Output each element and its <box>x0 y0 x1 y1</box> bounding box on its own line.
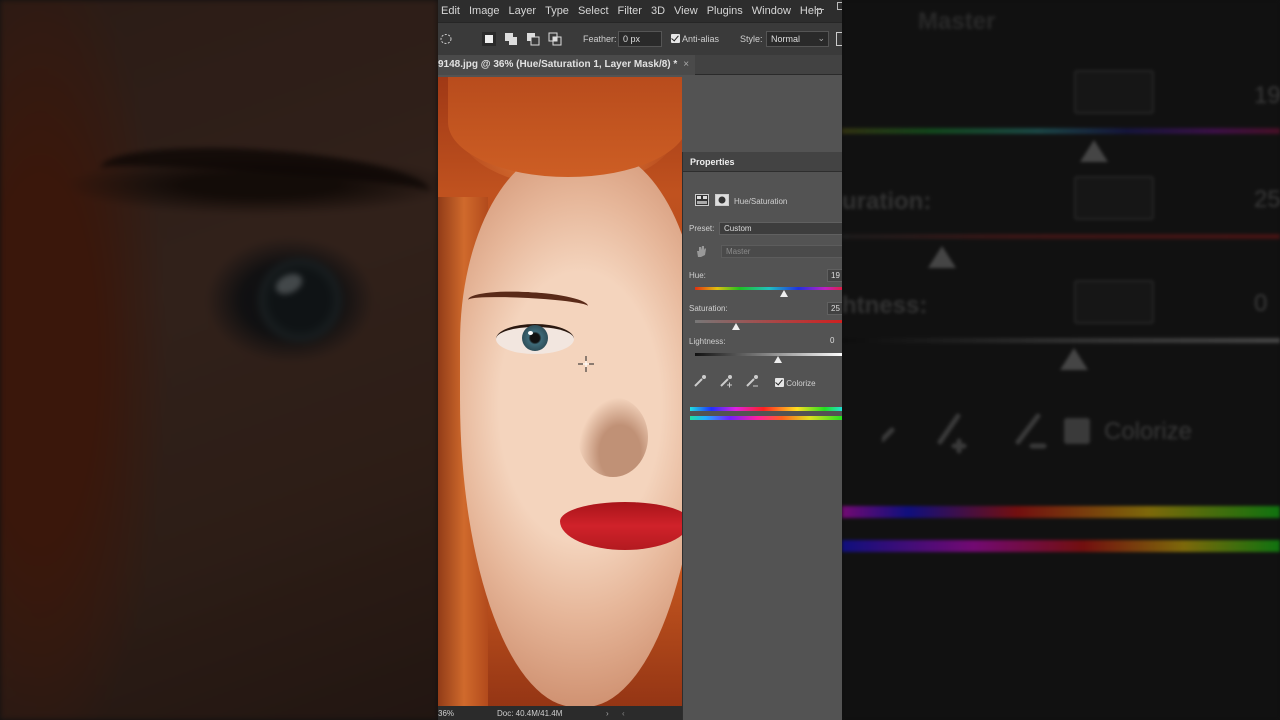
style-select[interactable]: Normal ⌄ <box>766 31 829 47</box>
menu-plugins[interactable]: Plugins <box>704 5 743 17</box>
style-label: Style: <box>740 34 763 44</box>
eyedropper-icon[interactable] <box>693 374 707 388</box>
menu-help[interactable]: Help <box>797 5 823 17</box>
zoomed-photo-background <box>0 0 438 720</box>
properties-header: Properties <box>683 152 842 172</box>
hue-slider-thumb[interactable] <box>780 290 788 297</box>
chevron-right-icon[interactable]: › <box>606 709 609 718</box>
menu-bar: Edit Image Layer Type Select Filter 3D V… <box>438 0 842 22</box>
colorize-checkbox[interactable]: Colorize <box>775 378 816 388</box>
saturation-slider-thumb[interactable] <box>732 323 740 330</box>
lightness-input[interactable]: 0 <box>827 335 842 348</box>
hue-slider-track[interactable] <box>695 287 842 290</box>
elliptical-marquee-icon[interactable] <box>440 32 454 46</box>
adjustment-layer-icon[interactable] <box>695 194 709 206</box>
intersect-selection-icon[interactable] <box>548 32 562 46</box>
options-bar: Feather: 0 px Anti-alias Style: Normal ⌄ <box>438 22 842 55</box>
menu-filter[interactable]: Filter <box>615 5 642 17</box>
menu-layer[interactable]: Layer <box>506 5 537 17</box>
lightness-slider-thumb[interactable] <box>774 356 782 363</box>
feather-label: Feather: <box>583 34 617 44</box>
minimize-icon[interactable] <box>816 9 824 10</box>
doc-size[interactable]: Doc: 40.4M/41.4M <box>497 709 562 718</box>
close-tab-icon[interactable]: × <box>683 59 689 70</box>
properties-panel: Properties Hue/Saturation Preset: Custom… <box>682 152 842 720</box>
subtract-from-selection-icon[interactable] <box>526 32 540 46</box>
menu-type[interactable]: Type <box>542 5 569 17</box>
layer-mask-icon[interactable] <box>715 194 729 206</box>
document-tab-bar: 9148.jpg @ 36% (Hue/Saturation 1, Layer … <box>438 55 842 75</box>
antialias-checkbox[interactable]: Anti-alias <box>671 34 719 44</box>
checkbox-icon <box>775 378 784 387</box>
lightness-label: Lightness: <box>689 337 726 346</box>
document-tab[interactable]: 9148.jpg @ 36% (Hue/Saturation 1, Layer … <box>438 55 696 75</box>
input-color-bar <box>690 407 842 411</box>
menu-window[interactable]: Window <box>749 5 791 17</box>
refine-edge-icon[interactable] <box>836 32 842 46</box>
targeted-adjustment-hand-icon[interactable] <box>695 244 707 258</box>
eyedropper-add-icon[interactable] <box>719 374 733 388</box>
menu-image[interactable]: Image <box>466 5 500 17</box>
hue-input[interactable]: 19 <box>827 269 842 282</box>
chevron-left-icon[interactable]: ‹ <box>622 709 625 718</box>
properties-title: Properties <box>690 157 735 167</box>
chevron-down-icon: ⌄ <box>817 33 825 43</box>
preset-label: Preset: <box>689 224 715 233</box>
saturation-input[interactable]: 25 <box>827 302 842 315</box>
checkbox-icon <box>671 34 680 43</box>
crosshair-cursor-icon <box>578 356 594 372</box>
photoshop-window: Edit Image Layer Type Select Filter 3D V… <box>438 0 842 720</box>
hue-label: Hue: <box>689 271 706 280</box>
menu-select[interactable]: Select <box>575 5 609 17</box>
preset-select[interactable]: Custom <box>719 222 842 235</box>
menu-edit[interactable]: Edit <box>438 5 460 17</box>
document-tab-title: 9148.jpg @ 36% (Hue/Saturation 1, Layer … <box>438 59 678 70</box>
restore-icon[interactable] <box>837 2 842 10</box>
antialias-label: Anti-alias <box>682 34 720 44</box>
iris <box>522 325 548 351</box>
zoomed-properties-background: Master 19 uration: 25 htness: 0 Colorize <box>842 0 1280 720</box>
saturation-label: Saturation: <box>689 304 728 313</box>
menu-3d[interactable]: 3D <box>648 5 665 17</box>
new-selection-icon[interactable] <box>482 32 496 46</box>
eyedropper-subtract-icon[interactable] <box>745 374 759 388</box>
image-canvas[interactable] <box>438 77 682 706</box>
feather-input[interactable]: 0 px <box>618 31 662 47</box>
zoom-level[interactable]: 36% <box>438 709 454 718</box>
lightness-slider-track[interactable] <box>695 353 842 356</box>
add-to-selection-icon[interactable] <box>504 32 518 46</box>
adjustment-name: Hue/Saturation <box>734 197 788 206</box>
output-color-bar <box>690 416 842 420</box>
channel-select[interactable]: Master <box>721 245 842 258</box>
saturation-slider-track[interactable] <box>695 320 842 323</box>
menu-view[interactable]: View <box>671 5 698 17</box>
colorize-label: Colorize <box>786 379 816 388</box>
